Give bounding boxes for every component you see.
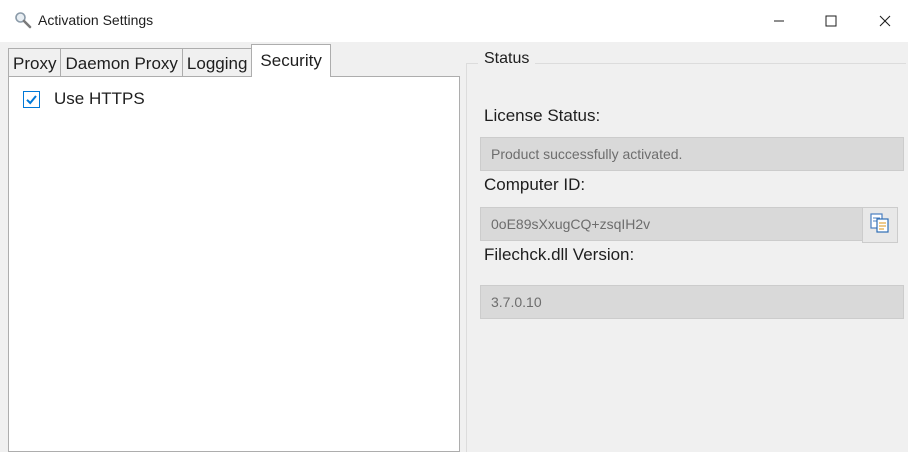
tab-strip: Proxy Daemon Proxy Logging Security — [8, 44, 331, 77]
window-title: Activation Settings — [38, 12, 154, 28]
minimize-button[interactable] — [756, 0, 802, 42]
minimize-icon — [773, 15, 785, 27]
license-status-field: Product successfully activated. — [480, 137, 904, 171]
computer-id-label: Computer ID: — [484, 175, 586, 194]
dll-version-field: 3.7.0.10 — [480, 285, 904, 319]
use-https-option[interactable]: Use HTTPS — [23, 89, 145, 109]
tab-security[interactable]: Security — [251, 44, 331, 77]
use-https-checkbox[interactable] — [23, 90, 40, 108]
maximize-icon — [825, 15, 837, 27]
title-bar[interactable]: Activation Settings — [0, 0, 908, 42]
status-panel: Status License Status: Product successfu… — [466, 44, 908, 452]
security-tab-page: Use HTTPS — [8, 76, 460, 452]
magnifier-icon — [14, 11, 32, 29]
maximize-button[interactable] — [808, 0, 854, 42]
checkmark-icon — [26, 94, 37, 104]
license-status-label: License Status: — [484, 106, 601, 125]
settings-tab-control: Proxy Daemon Proxy Logging Security Use … — [8, 44, 460, 452]
dll-version-label: Filechck.dll Version: — [484, 245, 635, 264]
tab-daemon-proxy[interactable]: Daemon Proxy — [60, 48, 183, 77]
copy-icon — [869, 212, 891, 239]
activation-settings-window: Activation Settings Proxy Daemon Proxy L… — [0, 0, 908, 452]
use-https-label: Use HTTPS — [54, 89, 145, 108]
copy-computer-id-button[interactable] — [862, 207, 898, 243]
tab-proxy[interactable]: Proxy — [8, 48, 62, 77]
close-button[interactable] — [862, 0, 908, 42]
close-icon — [879, 15, 891, 27]
status-group-title: Status — [478, 50, 536, 68]
computer-id-field: 0oE89sXxugCQ+zsqIH2v — [480, 207, 872, 241]
tab-logging[interactable]: Logging — [181, 48, 253, 77]
